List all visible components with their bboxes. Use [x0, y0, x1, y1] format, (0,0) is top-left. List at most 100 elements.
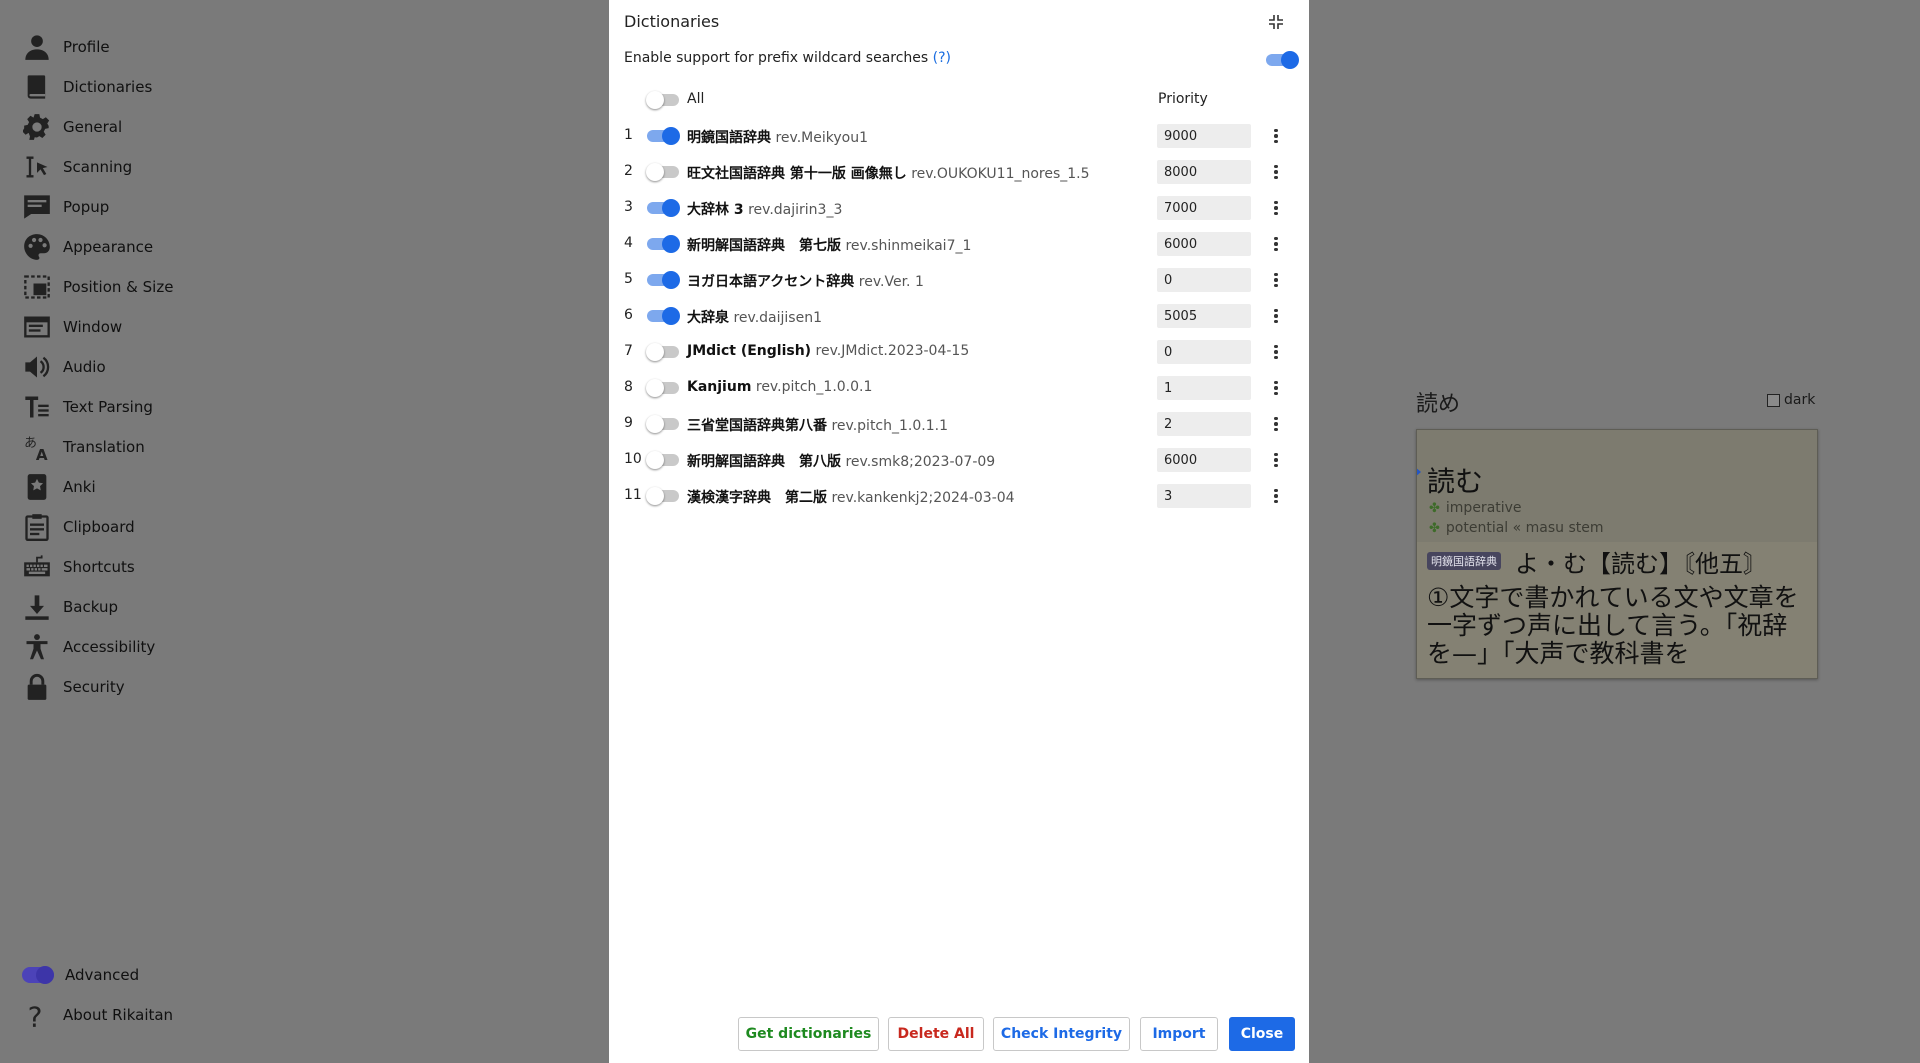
more-options-icon[interactable] — [1266, 162, 1286, 182]
dictionary-enable-toggle[interactable] — [646, 379, 679, 397]
sidebar-item-text-parsing[interactable]: Text Parsing — [22, 387, 153, 427]
sidebar-item-appearance[interactable]: Appearance — [22, 227, 153, 267]
definition-text: ①文字で書かれている文や文章を一字ずつ声に出して言う。「祝辞を—」「大声で教科書… — [1427, 583, 1799, 668]
dictionary-row: 6 大辞泉 rev.daijisen1 — [609, 298, 1309, 334]
leaf-icon: ✤ — [1429, 500, 1440, 516]
priority-input[interactable] — [1157, 268, 1251, 292]
priority-input[interactable] — [1157, 196, 1251, 220]
sidebar-item-dictionaries[interactable]: Dictionaries — [22, 67, 152, 107]
check-integrity-button[interactable]: Check Integrity — [993, 1017, 1130, 1051]
dark-mode-checkbox-row[interactable]: dark — [1767, 392, 1815, 408]
more-options-icon[interactable] — [1266, 450, 1286, 470]
dictionary-title: 新明解国語辞典 第八版 — [687, 454, 841, 470]
dictionary-name: 明鏡国語辞典 rev.Meikyou1 — [687, 127, 868, 147]
dictionary-enable-toggle[interactable] — [646, 415, 679, 433]
dark-checkbox[interactable] — [1767, 393, 1780, 407]
more-options-icon[interactable] — [1266, 486, 1286, 506]
sidebar-item-label: Popup — [63, 198, 110, 216]
delete-all-button[interactable]: Delete All — [888, 1017, 984, 1051]
sidebar-item-label: Window — [63, 318, 123, 336]
dictionary-name: JMdict (English) rev.JMdict.2023-04-15 — [687, 343, 969, 359]
priority-input[interactable] — [1157, 232, 1251, 256]
sidebar-item-profile[interactable]: Profile — [22, 27, 110, 67]
dictionary-revision: rev.daijisen1 — [733, 310, 822, 326]
priority-input[interactable] — [1157, 448, 1251, 472]
dictionary-enable-toggle[interactable] — [646, 163, 679, 181]
about-label: About Rikaitan — [63, 1006, 174, 1024]
dictionary-enable-toggle[interactable] — [646, 343, 679, 361]
sidebar-item-popup[interactable]: Popup — [22, 187, 109, 227]
more-options-icon[interactable] — [1266, 414, 1286, 434]
dictionary-enable-toggle[interactable] — [647, 307, 680, 325]
sidebar-item-clipboard[interactable]: Clipboard — [22, 507, 135, 547]
wildcard-label: Enable support for prefix wildcard searc… — [624, 50, 929, 66]
leaf-icon: ✤ — [1429, 520, 1440, 536]
more-options-icon[interactable] — [1266, 306, 1286, 326]
dictionary-row: 10 新明解国語辞典 第八版 rev.smk8;2023-07-09 — [609, 442, 1309, 478]
dictionaries-modal: Dictionaries Enable support for prefix w… — [609, 0, 1309, 1063]
wildcard-toggle[interactable] — [1266, 51, 1299, 69]
dictionary-row: 1 明鏡国語辞典 rev.Meikyou1 — [609, 118, 1309, 154]
more-options-icon[interactable] — [1266, 342, 1286, 362]
dictionary-index: 9 — [624, 415, 633, 431]
sidebar-item-about[interactable]: ? About Rikaitan — [22, 995, 173, 1035]
advanced-toggle-row[interactable]: Advanced — [22, 955, 139, 995]
preview-term: 読む — [1427, 465, 1484, 498]
dictionary-index: 2 — [624, 163, 633, 179]
more-options-icon[interactable] — [1266, 126, 1286, 146]
import-button[interactable]: Import — [1140, 1017, 1218, 1051]
dictionary-enable-toggle[interactable] — [646, 487, 679, 505]
dictionary-name: 漢検漢字辞典 第二版 rev.kankenkj2;2024-03-04 — [687, 487, 1015, 507]
advanced-toggle[interactable] — [22, 966, 54, 984]
collapse-button[interactable] — [1266, 12, 1286, 32]
sidebar-item-position-size[interactable]: Position & Size — [22, 267, 173, 307]
priority-input[interactable] — [1157, 412, 1251, 436]
sidebar-item-window[interactable]: Window — [22, 307, 122, 347]
priority-input[interactable] — [1157, 160, 1251, 184]
more-options-icon[interactable] — [1266, 270, 1286, 290]
sidebar-item-general[interactable]: General — [22, 107, 122, 147]
dictionary-enable-toggle[interactable] — [647, 127, 680, 145]
more-options-icon[interactable] — [1266, 234, 1286, 254]
sidebar-item-accessibility[interactable]: Accessibility — [22, 627, 155, 667]
dictionary-enable-toggle[interactable] — [647, 199, 680, 217]
all-toggle[interactable] — [646, 91, 679, 109]
dictionary-name: 旺文社国語辞典 第十一版 画像無し rev.OUKOKU11_nores_1.5 — [687, 163, 1090, 183]
svg-text:?: ? — [28, 1001, 43, 1029]
dictionary-title: ヨガ日本語アクセント辞典 — [687, 274, 855, 290]
sidebar-item-label: Anki — [63, 478, 96, 496]
dictionary-name: 大辞林 3 rev.dajirin3_3 — [687, 199, 842, 219]
priority-input[interactable] — [1157, 340, 1251, 364]
dictionary-badge: 明鏡国語辞典 — [1427, 552, 1501, 570]
get-dictionaries-button[interactable]: Get dictionaries — [738, 1017, 879, 1051]
sidebar-item-scanning[interactable]: Scanning — [22, 147, 132, 187]
text-parsing-icon — [22, 392, 52, 422]
dictionary-revision: rev.dajirin3_3 — [748, 202, 843, 218]
dictionary-row: 4 新明解国語辞典 第七版 rev.shinmeikai7_1 — [609, 226, 1309, 262]
dictionary-enable-toggle[interactable] — [647, 271, 680, 289]
book-icon — [22, 72, 52, 102]
dictionary-enable-toggle[interactable] — [646, 451, 679, 469]
sidebar-item-label: Accessibility — [63, 638, 156, 656]
sidebar-item-translation[interactable]: あA Translation — [22, 427, 145, 467]
sidebar-item-backup[interactable]: Backup — [22, 587, 118, 627]
sidebar-item-security[interactable]: Security — [22, 667, 125, 707]
more-options-icon[interactable] — [1266, 378, 1286, 398]
dictionary-index: 5 — [624, 271, 633, 287]
close-button[interactable]: Close — [1229, 1017, 1295, 1051]
preview-definition: 明鏡国語辞典 よ・む【読む】〘他五〙 ①文字で書かれている文や文章を一字ずつ声に… — [1417, 542, 1817, 678]
sidebar-item-audio[interactable]: Audio — [22, 347, 106, 387]
priority-input[interactable] — [1157, 124, 1251, 148]
wildcard-help-link[interactable]: (?) — [933, 50, 951, 66]
sidebar-item-anki[interactable]: Anki — [22, 467, 96, 507]
dictionary-enable-toggle[interactable] — [647, 235, 680, 253]
dictionary-name: 新明解国語辞典 第八版 rev.smk8;2023-07-09 — [687, 451, 995, 471]
sidebar-item-shortcuts[interactable]: Shortcuts — [22, 547, 135, 587]
priority-input[interactable] — [1157, 484, 1251, 508]
dictionary-index: 6 — [624, 307, 633, 323]
priority-input[interactable] — [1157, 376, 1251, 400]
dictionary-title: Kanjium — [687, 379, 752, 395]
more-options-icon[interactable] — [1266, 198, 1286, 218]
priority-input[interactable] — [1157, 304, 1251, 328]
dictionary-name: ヨガ日本語アクセント辞典 rev.Ver. 1 — [687, 271, 924, 291]
